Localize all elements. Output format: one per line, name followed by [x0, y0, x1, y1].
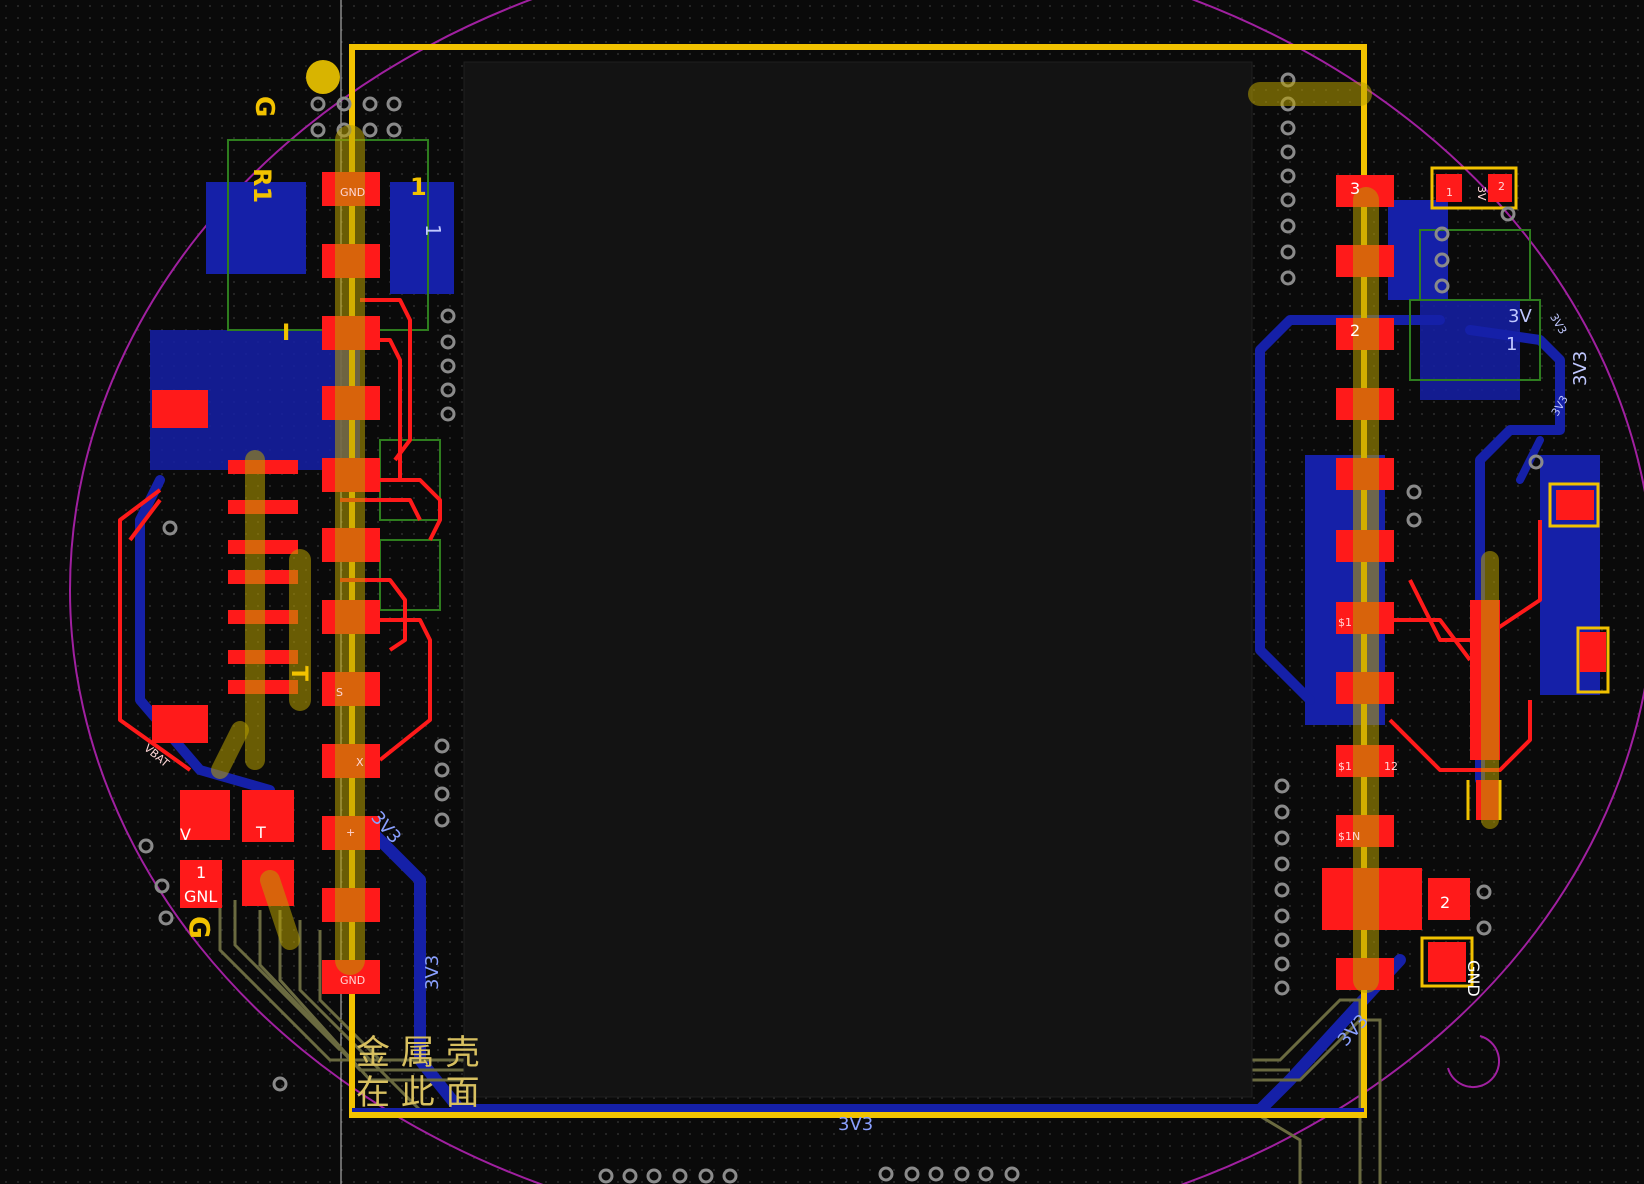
net-label-1: 1: [421, 224, 445, 237]
net-label-3v3: 3V3: [1570, 351, 1591, 386]
pad-label: 1: [196, 863, 206, 882]
pad-label: 3: [1350, 179, 1360, 198]
pad[interactable]: [1556, 490, 1594, 520]
pad-label: GND: [340, 974, 365, 987]
display-active-area[interactable]: [463, 61, 1253, 1098]
net-label-3v3: 3V3: [1549, 393, 1571, 418]
silk-label-r1: R1: [248, 168, 276, 203]
pad-label: GNL: [184, 887, 217, 906]
silk-label-g-bottom: G: [183, 916, 216, 939]
silk-label-i: I: [282, 321, 290, 346]
pad-label: GND: [1464, 960, 1483, 997]
pad-label: 2: [1440, 893, 1450, 912]
net-label-3v3: 3V3: [838, 1114, 873, 1135]
silk-label-t: T: [286, 666, 311, 681]
pad-label: T: [255, 823, 266, 842]
pad-label: $1: [1338, 616, 1352, 629]
silk-label-metal-case: 金 属 壳: [356, 1033, 480, 1073]
pad-label: 1: [1446, 186, 1453, 199]
net-label-3v: 3V: [1508, 306, 1532, 327]
pad-label: $1N: [1338, 830, 1360, 843]
pad-label: GND: [340, 186, 365, 199]
pad-label: 3V: [1475, 186, 1488, 201]
net-label-1: 1: [1506, 334, 1517, 355]
pad-label: 2: [1350, 321, 1360, 340]
pad-label: +: [346, 826, 355, 839]
pad[interactable]: [1580, 632, 1606, 672]
pcb-layout-drawing[interactable]: G R1 1 G I T 金 属 壳 在 此 面 GND GND S X + 1…: [0, 0, 1644, 1184]
net-label-3v3: 3V3: [1547, 311, 1569, 336]
silk-label-on-this-side: 在 此 面: [356, 1073, 480, 1113]
pad[interactable]: [1428, 942, 1466, 982]
pad-label: 12: [1384, 760, 1398, 773]
pad[interactable]: [152, 390, 208, 428]
pcb-canvas[interactable]: G R1 1 G I T 金 属 壳 在 此 面 GND GND S X + 1…: [0, 0, 1644, 1184]
pad[interactable]: [242, 790, 294, 842]
pad-label: V: [180, 825, 191, 844]
pad-label: X: [356, 756, 364, 769]
net-label-3v3: 3V3: [1334, 1010, 1373, 1050]
mounting-pad[interactable]: [306, 60, 340, 94]
silk-label-pin1: 1: [410, 173, 427, 201]
pad-label: $1: [1338, 760, 1352, 773]
pad-label: 2: [1498, 180, 1505, 193]
pad[interactable]: [152, 705, 208, 743]
pad-label: S: [336, 686, 343, 699]
net-label-3v3: 3V3: [422, 955, 443, 990]
silk-label-g-top: G: [249, 96, 279, 117]
